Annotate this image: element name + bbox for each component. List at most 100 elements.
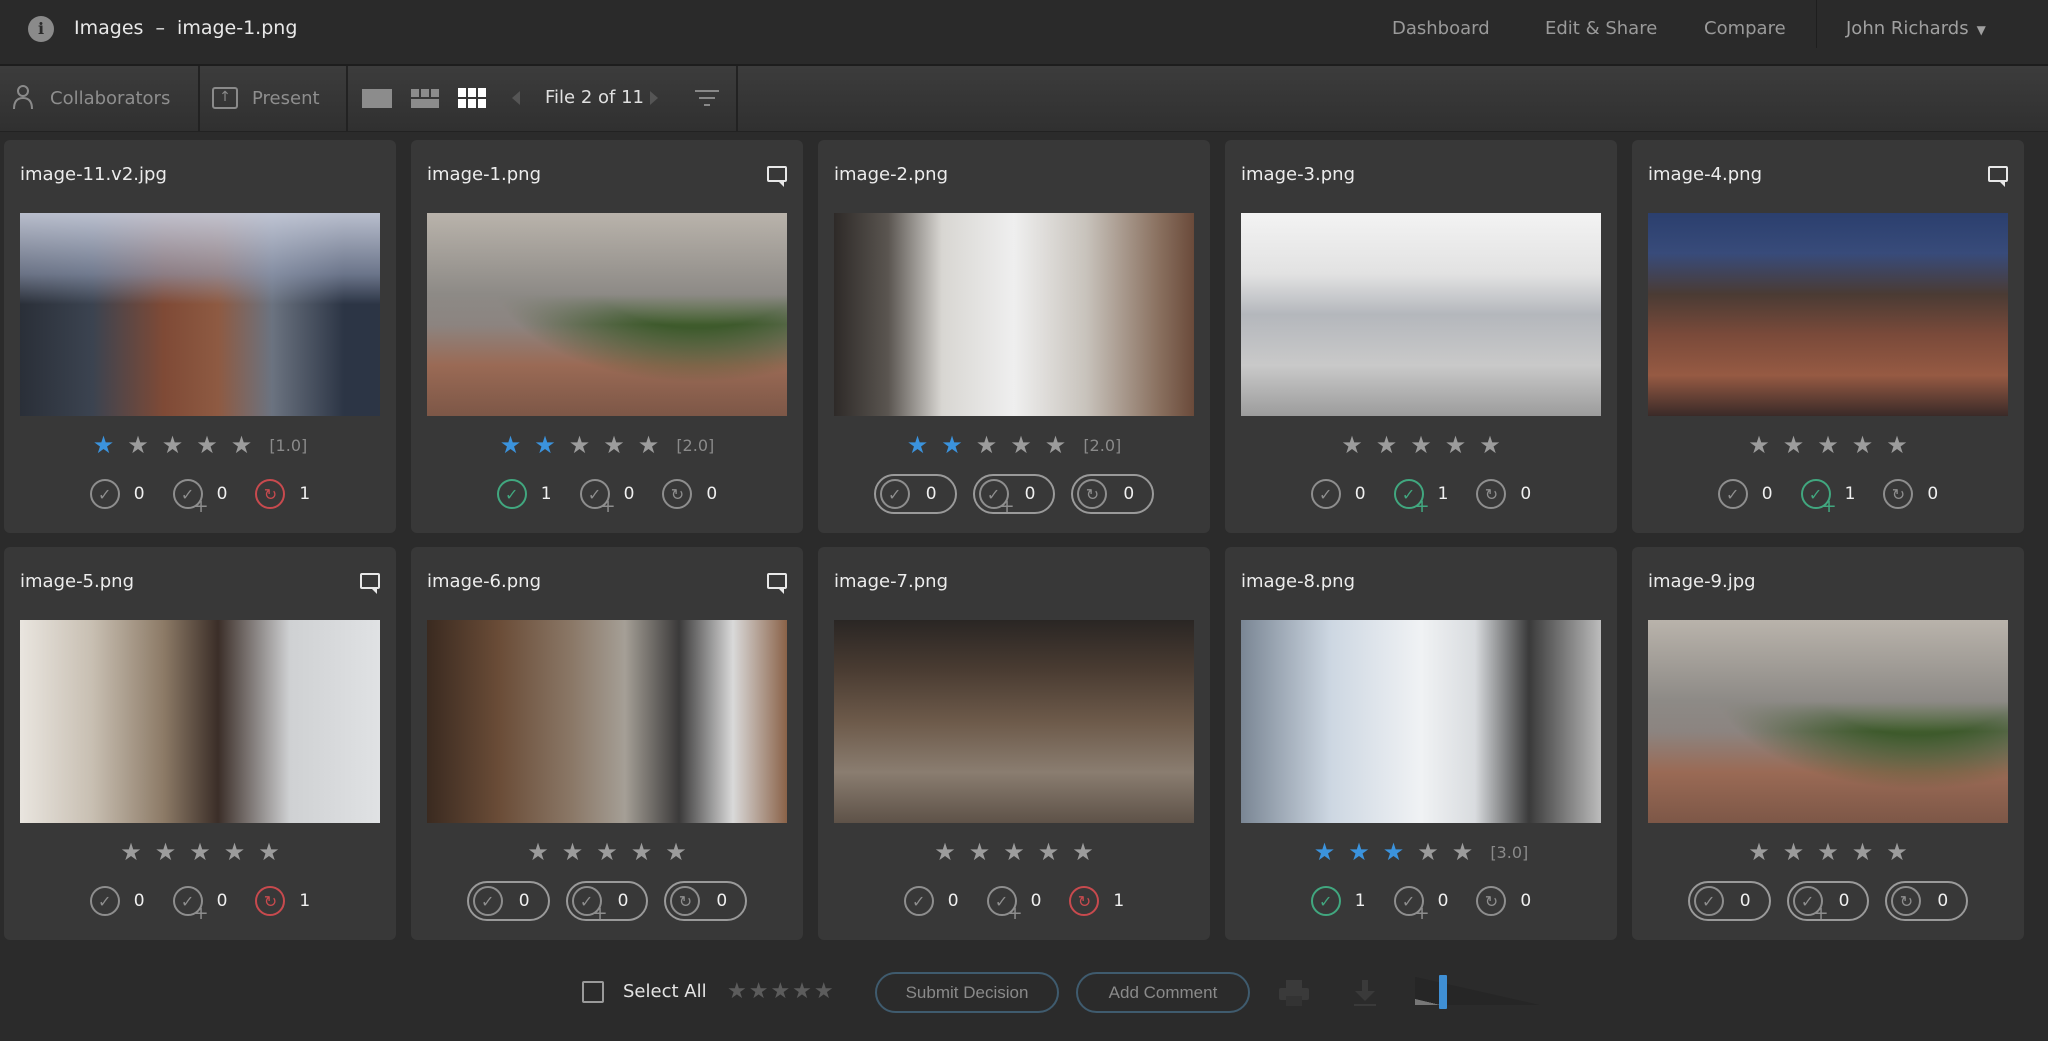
approved-with-changes-button[interactable]: ✓ + 1 — [1388, 474, 1455, 517]
select-all-label[interactable]: Select All — [623, 981, 707, 1002]
nav-dashboard[interactable]: Dashboard — [1392, 18, 1490, 39]
star-icon[interactable]: ★ — [196, 433, 218, 457]
submit-decision-button[interactable]: Submit Decision — [875, 972, 1059, 1013]
needs-revision-button[interactable]: ↻ 0 — [1877, 474, 1944, 514]
star-icon[interactable]: ★ — [1417, 840, 1439, 864]
view-grid-icon[interactable] — [458, 88, 486, 108]
star-icon[interactable]: ★ — [1383, 840, 1405, 864]
image-card[interactable]: image-8.png ★ ★ ★ ★ ★ [3.0] ✓ 1 ✓ +0 ↻ 0 — [1225, 547, 1617, 940]
star-icon[interactable]: ★ — [934, 840, 956, 864]
star-icon[interactable]: ★ — [120, 840, 142, 864]
needs-revision-button[interactable]: ↻ 1 — [249, 474, 316, 514]
image-card[interactable]: image-3.png ★ ★ ★ ★ ★ ✓ 0 ✓ +1 ↻ 0 — [1225, 140, 1617, 533]
comment-icon[interactable] — [1988, 166, 2008, 187]
star-icon[interactable]: ★ — [93, 433, 115, 457]
approved-with-changes-button[interactable]: ✓ + 0 — [1786, 881, 1870, 924]
star-icon[interactable]: ★ — [527, 840, 549, 864]
star-icon[interactable]: ★ — [189, 840, 211, 864]
image-card[interactable]: image-1.png ★ ★ ★ ★ ★ [2.0] ✓ 1 ✓ +0 ↻ 0 — [411, 140, 803, 533]
image-thumbnail[interactable] — [20, 620, 380, 823]
image-thumbnail[interactable] — [20, 213, 380, 416]
print-icon[interactable] — [1278, 979, 1310, 1007]
image-card[interactable]: image-6.png ★ ★ ★ ★ ★ ✓ 0 ✓ +0 ↻ 0 — [411, 547, 803, 940]
needs-revision-button[interactable]: ↻ 0 — [1071, 474, 1155, 514]
star-icon[interactable]: ★ — [603, 433, 625, 457]
approved-button[interactable]: ✓ 0 — [1687, 881, 1771, 921]
star-icon[interactable]: ★ — [1010, 433, 1032, 457]
star-icon[interactable]: ★ — [224, 840, 246, 864]
bulk-rating-stars[interactable]: ★★★★★ — [727, 979, 836, 1004]
image-card[interactable]: image-11.v2.jpg ★ ★ ★ ★ ★ [1.0] ✓ 0 ✓ +0 ↻ 1 — [4, 140, 396, 533]
image-thumbnail[interactable] — [1241, 213, 1601, 416]
needs-revision-button[interactable]: ↻ 0 — [1470, 881, 1537, 921]
star-icon[interactable]: ★ — [1886, 840, 1908, 864]
star-icon[interactable]: ★ — [1886, 433, 1908, 457]
star-icon[interactable]: ★ — [638, 433, 660, 457]
comment-icon[interactable] — [767, 166, 787, 187]
zoom-slider-handle[interactable] — [1438, 975, 1447, 1009]
approved-with-changes-button[interactable]: ✓ + 0 — [981, 881, 1048, 924]
star-icon[interactable]: ★ — [569, 433, 591, 457]
star-icon[interactable]: ★ — [976, 433, 998, 457]
add-comment-button[interactable]: Add Comment — [1076, 972, 1250, 1013]
star-icon[interactable]: ★ — [1410, 433, 1432, 457]
image-thumbnail[interactable] — [1241, 620, 1601, 823]
needs-revision-button[interactable]: ↻ 0 — [1470, 474, 1537, 514]
star-icon[interactable]: ★ — [562, 840, 584, 864]
approved-with-changes-button[interactable]: ✓ + 0 — [574, 474, 641, 517]
approved-button[interactable]: ✓ 0 — [1712, 474, 1779, 514]
star-icon[interactable]: ★ — [631, 840, 653, 864]
approved-button[interactable]: ✓ 0 — [873, 474, 957, 514]
star-icon[interactable]: ★ — [665, 840, 687, 864]
filter-icon[interactable] — [694, 90, 720, 108]
image-thumbnail[interactable] — [427, 213, 787, 416]
star-icon[interactable]: ★ — [1045, 433, 1067, 457]
next-file-arrow[interactable] — [650, 91, 658, 105]
approved-with-changes-button[interactable]: ✓ + 0 — [167, 474, 234, 517]
view-filmstrip-icon[interactable] — [411, 89, 439, 108]
needs-revision-button[interactable]: ↻ 1 — [249, 881, 316, 921]
needs-revision-button[interactable]: ↻ 0 — [664, 881, 748, 921]
collaborators-button[interactable]: Collaborators — [0, 66, 200, 132]
zoom-slider[interactable] — [1415, 975, 1539, 1009]
user-menu[interactable]: John Richards ▼ — [1846, 18, 1986, 39]
needs-revision-button[interactable]: ↻ 0 — [1885, 881, 1969, 921]
approved-button[interactable]: ✓ 0 — [84, 474, 151, 514]
star-icon[interactable]: ★ — [1852, 433, 1874, 457]
image-thumbnail[interactable] — [834, 620, 1194, 823]
star-icon[interactable]: ★ — [941, 433, 963, 457]
image-card[interactable]: image-2.png ★ ★ ★ ★ ★ [2.0] ✓ 0 ✓ +0 ↻ 0 — [818, 140, 1210, 533]
approved-with-changes-button[interactable]: ✓ + 0 — [565, 881, 649, 924]
nav-compare[interactable]: Compare — [1704, 18, 1786, 39]
image-thumbnail[interactable] — [427, 620, 787, 823]
approved-with-changes-button[interactable]: ✓ + 0 — [972, 474, 1056, 517]
star-icon[interactable]: ★ — [258, 840, 280, 864]
view-single-icon[interactable] — [362, 89, 392, 108]
image-card[interactable]: image-4.png ★ ★ ★ ★ ★ ✓ 0 ✓ +1 ↻ 0 — [1632, 140, 2024, 533]
star-icon[interactable]: ★ — [907, 433, 929, 457]
approved-button[interactable]: ✓ 0 — [1305, 474, 1372, 514]
star-icon[interactable]: ★ — [1072, 840, 1094, 864]
star-icon[interactable]: ★ — [155, 840, 177, 864]
star-icon[interactable]: ★ — [1783, 433, 1805, 457]
approved-with-changes-button[interactable]: ✓ + 0 — [167, 881, 234, 924]
star-icon[interactable]: ★ — [1817, 433, 1839, 457]
previous-file-arrow[interactable] — [512, 91, 520, 105]
star-icon[interactable]: ★ — [1038, 840, 1060, 864]
star-icon[interactable]: ★ — [500, 433, 522, 457]
star-icon[interactable]: ★ — [534, 433, 556, 457]
star-icon[interactable]: ★ — [127, 433, 149, 457]
star-icon[interactable]: ★ — [1479, 433, 1501, 457]
approved-button[interactable]: ✓ 1 — [1305, 881, 1372, 921]
approved-button[interactable]: ✓ 0 — [898, 881, 965, 921]
image-thumbnail[interactable] — [834, 213, 1194, 416]
star-icon[interactable]: ★ — [969, 840, 991, 864]
image-card[interactable]: image-5.png ★ ★ ★ ★ ★ ✓ 0 ✓ +0 ↻ 1 — [4, 547, 396, 940]
image-thumbnail[interactable] — [1648, 213, 2008, 416]
image-thumbnail[interactable] — [1648, 620, 2008, 823]
comment-icon[interactable] — [767, 573, 787, 594]
star-icon[interactable]: ★ — [1817, 840, 1839, 864]
approved-button[interactable]: ✓ 1 — [491, 474, 558, 514]
star-icon[interactable]: ★ — [1314, 840, 1336, 864]
select-all-checkbox[interactable] — [582, 981, 604, 1003]
